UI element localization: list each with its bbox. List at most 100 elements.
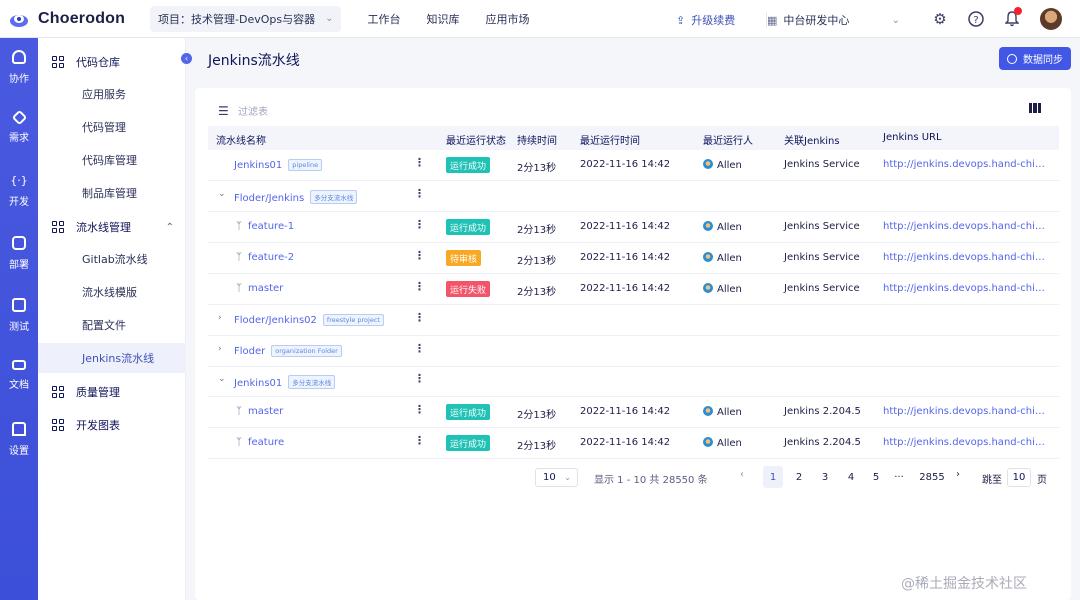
pipeline-name[interactable]: Floder (234, 346, 265, 357)
table-row[interactable]: ᛉ master ⋮ 运行成功 2分13秒 2022-11-16 14:42 Al… (208, 397, 1059, 428)
nav-market[interactable]: 应用市场 (485, 11, 529, 27)
org-select[interactable]: ▦ 中台研发中心 ⌄ (766, 12, 906, 28)
bell-icon[interactable] (1002, 7, 1022, 29)
pipeline-name[interactable]: Jenkins01 (234, 378, 282, 389)
page-size-select[interactable]: 10 ⌄ (535, 468, 578, 487)
leftbar-item-collab[interactable]: 协作 (0, 50, 38, 85)
project-select[interactable]: 项目：技术管理-DevOps与容器 ⌄ (150, 5, 342, 32)
upgrade-link[interactable]: ⇪ 升级续费 (676, 12, 735, 28)
column-settings-icon[interactable] (1029, 103, 1041, 113)
branch-icon: ᛉ (236, 221, 242, 232)
expand-down-icon[interactable]: ⌄ (218, 189, 226, 199)
page-2[interactable]: 2 (789, 466, 809, 488)
nav-knowledge[interactable]: 知识库 (426, 11, 459, 27)
jenkins-url[interactable]: http://jenkins.devops.hand-china.com (883, 221, 1048, 232)
pipeline-name[interactable]: Floder/Jenkins02 (234, 315, 317, 326)
filter-input[interactable]: ☰ 过滤表 (218, 103, 268, 119)
branch-name[interactable]: feature (248, 437, 284, 448)
table-row[interactable]: ᛉ feature ⋮ 运行成功 2分13秒 2022-11-16 14:42 A… (208, 428, 1059, 459)
help-icon[interactable]: ? (966, 9, 986, 29)
menu-group-quality[interactable]: 质量管理 (38, 384, 186, 400)
more-actions-icon[interactable]: ⋮ (414, 281, 425, 292)
menu-item-jenkins-pipeline[interactable]: Jenkins流水线 (38, 343, 186, 373)
left-nav-bar: 协作 需求 {·} 开发 部署 测试 文档 设置 (0, 38, 38, 600)
status-badge: 待审核 (446, 250, 482, 266)
menu-item-pipeline-template[interactable]: 流水线模版 (38, 277, 186, 307)
branch-name[interactable]: feature-1 (248, 221, 294, 232)
table-row[interactable]: ᛉ master ⋮ 运行失败 2分13秒 2022-11-16 14:42 Al… (208, 274, 1059, 305)
more-actions-icon[interactable]: ⋮ (414, 404, 425, 415)
jenkins-url[interactable]: http://jenkins.devops.hand-china.com (883, 283, 1048, 294)
branch-name[interactable]: master (248, 406, 283, 417)
runner-avatar (703, 283, 713, 293)
user-avatar[interactable] (1040, 8, 1062, 30)
more-actions-icon[interactable]: ⋮ (414, 343, 425, 354)
jenkins-url[interactable]: http://jenkins.devops.hand-china.com (883, 437, 1048, 448)
branch-name[interactable]: feature-2 (248, 252, 294, 263)
sync-label: 数据同步 (1023, 55, 1063, 66)
table-row[interactable]: ᛉ feature-2 ⋮ 待审核 2分13秒 2022-11-16 14:42 … (208, 243, 1059, 274)
sync-icon (1007, 53, 1017, 64)
more-actions-icon[interactable]: ⋮ (414, 188, 425, 199)
leftbar-item-deploy[interactable]: 部署 (0, 236, 38, 271)
logo[interactable]: Choerodon (0, 8, 148, 30)
page-3[interactable]: 3 (815, 466, 835, 488)
expand-right-icon[interactable]: › (218, 313, 222, 323)
leftbar-item-test[interactable]: 测试 (0, 298, 38, 333)
expand-right-icon[interactable]: › (218, 344, 222, 354)
jenkins-url[interactable]: http://jenkins.devops.hand-china.com (883, 252, 1048, 263)
leftbar-item-develop[interactable]: {·} 开发 (0, 174, 38, 208)
status-badge: 运行成功 (446, 157, 491, 173)
menu-group-dev-charts[interactable]: 开发图表 (38, 417, 186, 433)
collapse-menu-icon[interactable]: ‹ (181, 53, 192, 64)
menu-item-code-manage[interactable]: 代码管理 (38, 112, 186, 142)
col-duration: 持续时间 (517, 136, 557, 147)
menu-item-repo-manage[interactable]: 代码库管理 (38, 145, 186, 175)
expand-down-icon[interactable]: ⌄ (218, 374, 226, 384)
page-1[interactable]: 1 (763, 466, 783, 488)
prev-page-icon[interactable]: ‹ (740, 469, 744, 480)
more-actions-icon[interactable]: ⋮ (414, 219, 425, 230)
menu-item-config-file[interactable]: 配置文件 (38, 310, 186, 340)
page-4[interactable]: 4 (841, 466, 861, 488)
settings-gear-icon[interactable]: ⚙ (930, 9, 950, 29)
menu-item-gitlab-pipeline[interactable]: Gitlab流水线 (38, 244, 186, 274)
menu-item-app-service[interactable]: 应用服务 (38, 79, 186, 109)
page-5[interactable]: 5 (866, 466, 886, 488)
table-row[interactable]: Jenkins01 pipeline ⋮ 运行成功 2分13秒 2022-11-1… (208, 150, 1059, 181)
project-label: 项目：技术管理-DevOps与容器 (158, 12, 316, 26)
leftbar-label: 部署 (9, 260, 29, 271)
jenkins-url[interactable]: http://jenkins.devops.hand-china.com (883, 159, 1048, 170)
menu-group-code-repo[interactable]: 代码仓库 (38, 54, 186, 70)
nav-workbench[interactable]: 工作台 (367, 11, 400, 27)
chevron-down-icon: ⌄ (891, 14, 900, 26)
more-actions-icon[interactable]: ⋮ (414, 312, 425, 323)
table-row[interactable]: ⌄ Jenkins01 多分支流水线 ⋮ (208, 366, 1059, 397)
pipeline-name[interactable]: Floder/Jenkins (234, 193, 304, 204)
table-row[interactable]: ᛉ feature-1 ⋮ 运行成功 2分13秒 2022-11-16 14:42… (208, 212, 1059, 243)
jump-input[interactable]: 10 (1007, 468, 1031, 487)
leftbar-label: 需求 (9, 133, 29, 144)
page-last[interactable]: 2855 (917, 466, 947, 488)
menu-item-artifact-manage[interactable]: 制品库管理 (38, 178, 186, 208)
branch-name[interactable]: master (248, 283, 283, 294)
page-ellipsis[interactable]: ··· (889, 466, 909, 488)
leftbar-item-settings[interactable]: 设置 (0, 422, 38, 457)
menu-group-pipeline[interactable]: 流水线管理 ⌃ (38, 219, 186, 235)
duration: 2分13秒 (517, 441, 557, 452)
next-page-icon[interactable]: › (956, 469, 960, 480)
data-sync-button[interactable]: 数据同步 (999, 47, 1071, 70)
jenkins-url[interactable]: http://jenkins.devops.hand-china.com (883, 406, 1048, 417)
leftbar-item-docs[interactable]: 文档 (0, 360, 38, 391)
more-actions-icon[interactable]: ⋮ (414, 373, 425, 384)
more-actions-icon[interactable]: ⋮ (414, 157, 425, 168)
more-actions-icon[interactable]: ⋮ (414, 250, 425, 261)
table-row[interactable]: › Floder organization Folder ⋮ (208, 336, 1059, 367)
grid-icon (52, 221, 64, 233)
more-actions-icon[interactable]: ⋮ (414, 435, 425, 446)
pipeline-name[interactable]: Jenkins01 (234, 160, 282, 171)
table-row[interactable]: › Floder/Jenkins02 freestyle project ⋮ (208, 305, 1059, 336)
watermark-text: @稀土掘金技术社区 (901, 576, 1027, 592)
table-row[interactable]: ⌄ Floder/Jenkins 多分支流水线 ⋮ (208, 181, 1059, 212)
leftbar-item-demand[interactable]: 需求 (0, 109, 38, 144)
